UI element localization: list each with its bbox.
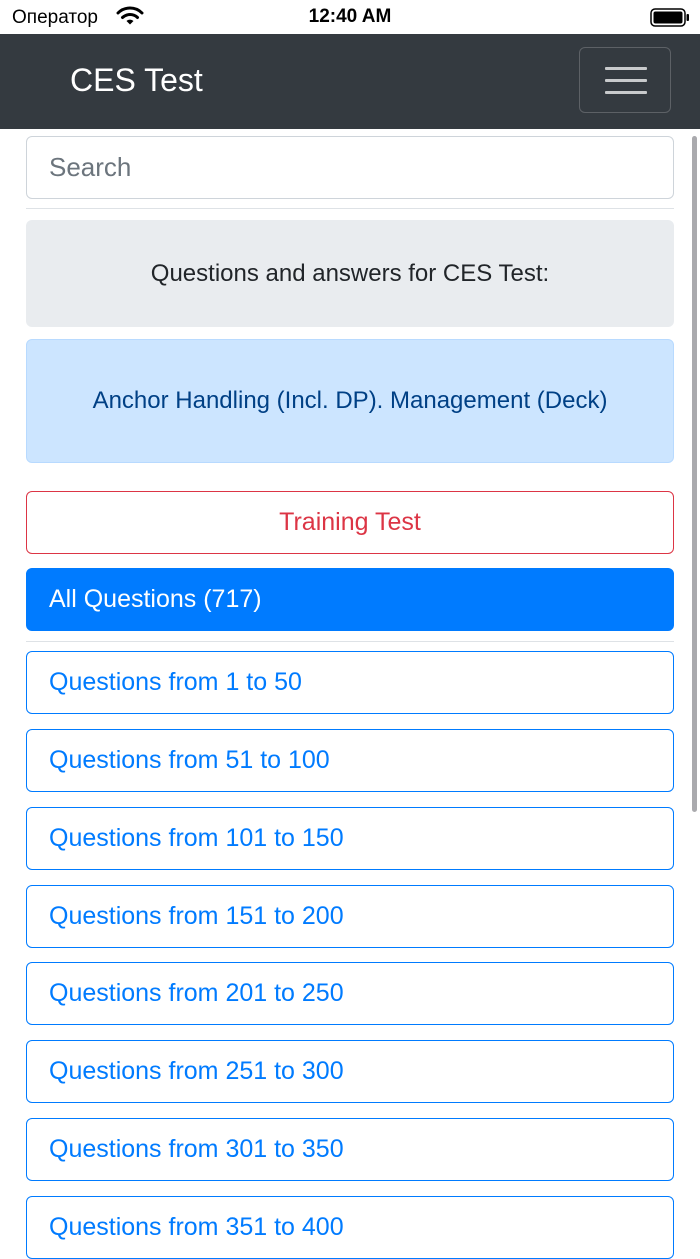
status-bar: Оператор 12:40 AM xyxy=(0,0,700,34)
info-heading: Questions and answers for CES Test: xyxy=(150,259,550,287)
scrollbar[interactable] xyxy=(692,136,697,812)
app-title[interactable]: CES Test xyxy=(70,62,203,99)
range-label: Questions from 201 to 250 xyxy=(49,979,344,1007)
info-heading-box: Questions and answers for CES Test: xyxy=(26,220,674,327)
range-label: Questions from 151 to 200 xyxy=(49,902,344,930)
range-label: Questions from 51 to 100 xyxy=(49,746,330,774)
range-label: Questions from 1 to 50 xyxy=(49,668,302,696)
range-button-151-200[interactable]: Questions from 151 to 200 xyxy=(26,885,674,948)
range-button-201-250[interactable]: Questions from 201 to 250 xyxy=(26,962,674,1025)
range-button-1-50[interactable]: Questions from 1 to 50 xyxy=(26,651,674,714)
divider xyxy=(26,208,674,209)
training-test-button[interactable]: Training Test xyxy=(26,491,674,554)
range-label: Questions from 101 to 150 xyxy=(49,824,344,852)
training-test-label: Training Test xyxy=(279,508,421,536)
range-button-301-350[interactable]: Questions from 301 to 350 xyxy=(26,1118,674,1181)
top-navbar: CES Test xyxy=(0,34,700,129)
divider xyxy=(26,641,674,642)
range-label: Questions from 251 to 300 xyxy=(49,1057,344,1085)
topic-box: Anchor Handling (Incl. DP). Management (… xyxy=(26,339,674,463)
all-questions-button[interactable]: All Questions (717) xyxy=(26,568,674,631)
topic-title: Anchor Handling (Incl. DP). Management (… xyxy=(92,387,608,414)
search-input[interactable] xyxy=(26,136,674,199)
range-button-351-400[interactable]: Questions from 351 to 400 xyxy=(26,1196,674,1259)
all-questions-label: All Questions (717) xyxy=(49,585,262,613)
range-label: Questions from 351 to 400 xyxy=(49,1213,344,1241)
range-button-101-150[interactable]: Questions from 101 to 150 xyxy=(26,807,674,870)
range-button-51-100[interactable]: Questions from 51 to 100 xyxy=(26,729,674,792)
clock-time: 12:40 AM xyxy=(308,6,392,27)
battery-icon xyxy=(650,8,690,33)
range-button-251-300[interactable]: Questions from 251 to 300 xyxy=(26,1040,674,1103)
range-label: Questions from 301 to 350 xyxy=(49,1135,344,1163)
menu-toggle-button[interactable] xyxy=(579,47,671,113)
